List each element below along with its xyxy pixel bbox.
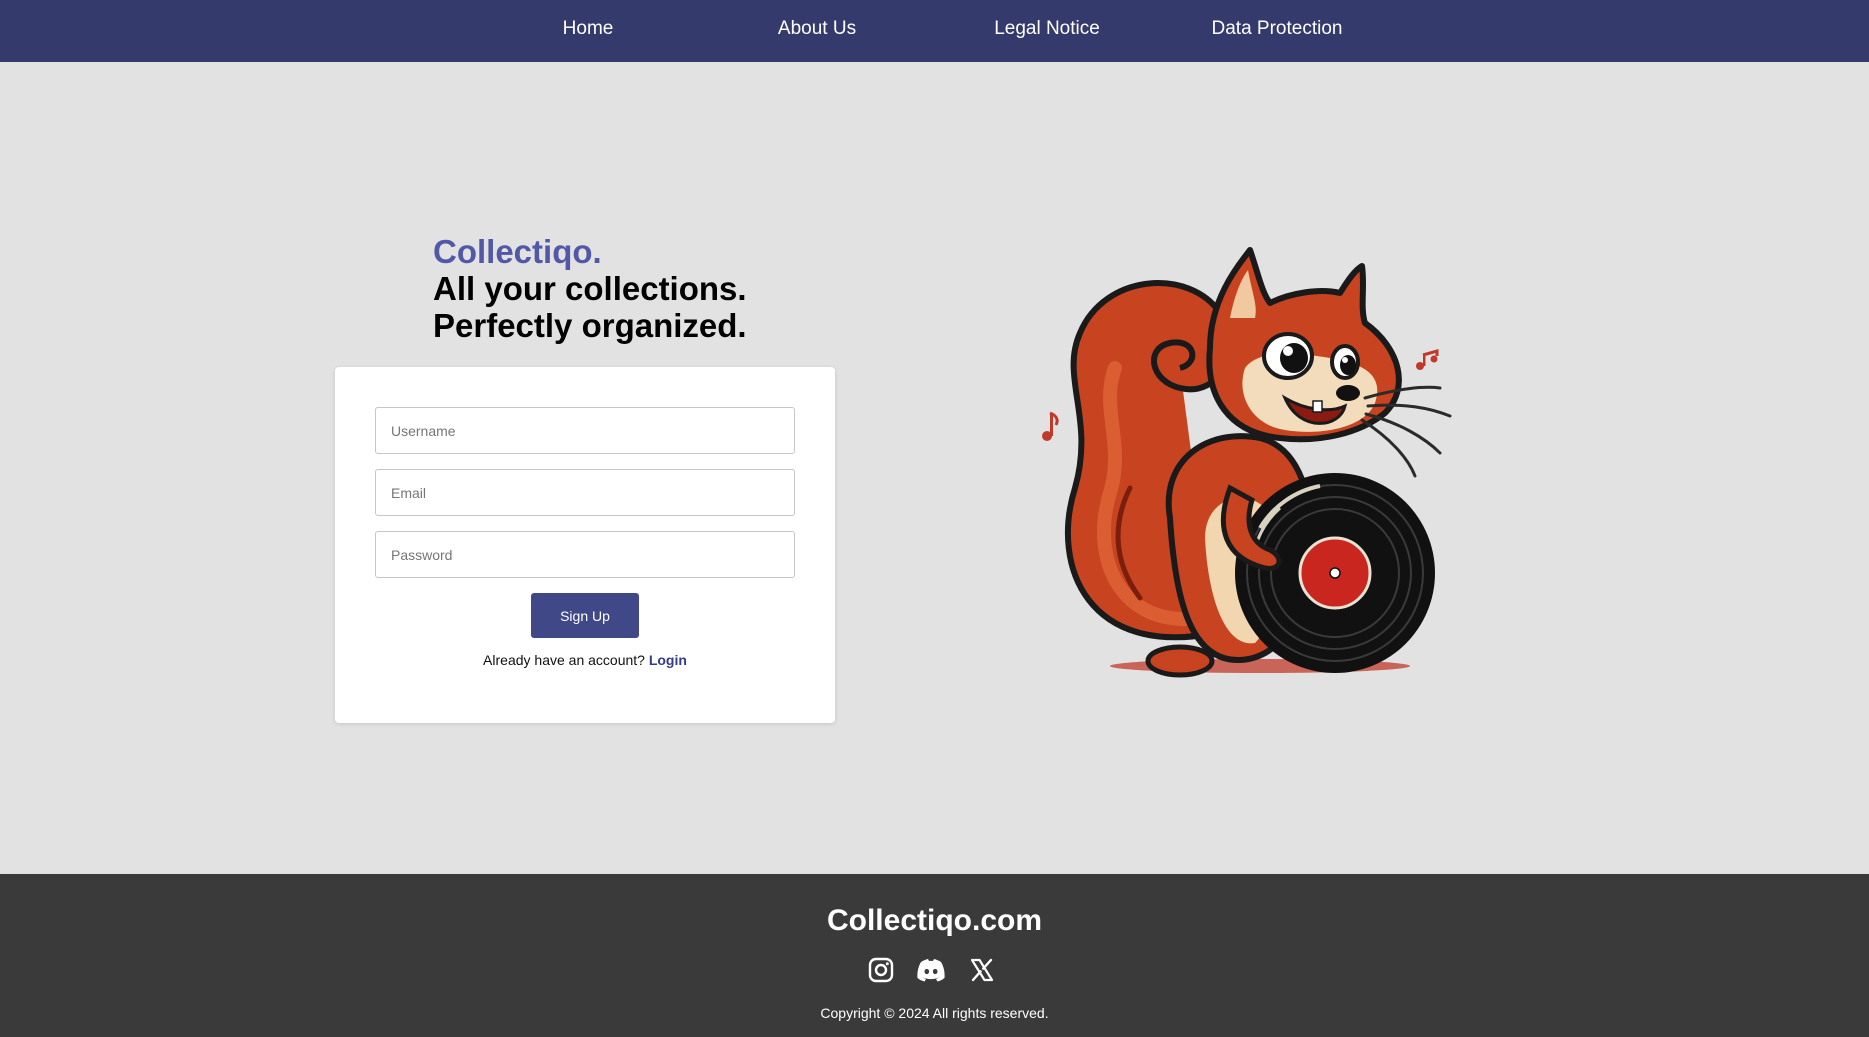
instagram-icon[interactable] xyxy=(867,956,895,984)
hero-brand-name: Collectiqo. xyxy=(433,233,602,270)
squirrel-mascot-illustration xyxy=(1042,247,1452,678)
vinyl-record-icon xyxy=(1235,473,1435,673)
signup-button[interactable]: Sign Up xyxy=(531,593,639,638)
signup-card: Sign Up Already have an account? Login xyxy=(335,367,835,723)
hero-tagline-line-1: All your collections. xyxy=(433,270,747,307)
login-link[interactable]: Login xyxy=(649,652,687,668)
email-input[interactable] xyxy=(375,469,795,516)
hero-tagline-line-2: Perfectly organized. xyxy=(433,307,747,344)
nav-legal-notice-link[interactable]: Legal Notice xyxy=(994,0,1100,58)
discord-icon[interactable] xyxy=(915,956,947,984)
x-twitter-icon[interactable] xyxy=(968,956,996,984)
nav-data-protection-link[interactable]: Data Protection xyxy=(1212,0,1343,58)
username-input[interactable] xyxy=(375,407,795,454)
top-navbar: Home About Us Legal Notice Data Protecti… xyxy=(0,0,1869,62)
password-input[interactable] xyxy=(375,531,795,578)
nav-home-link[interactable]: Home xyxy=(563,0,614,58)
copyright-text: Copyright © 2024 All rights reserved. xyxy=(820,1005,1049,1021)
hero-heading: Collectiqo. All your collections. Perfec… xyxy=(433,233,747,344)
login-prompt-row: Already have an account? Login xyxy=(335,652,835,668)
nav-about-us-link[interactable]: About Us xyxy=(778,0,856,58)
login-prompt-text: Already have an account? xyxy=(483,652,645,668)
footer-site-name: Collectiqo.com xyxy=(826,904,1043,937)
site-footer: Collectiqo.com Copyright © 2024 All righ… xyxy=(0,874,1869,1037)
